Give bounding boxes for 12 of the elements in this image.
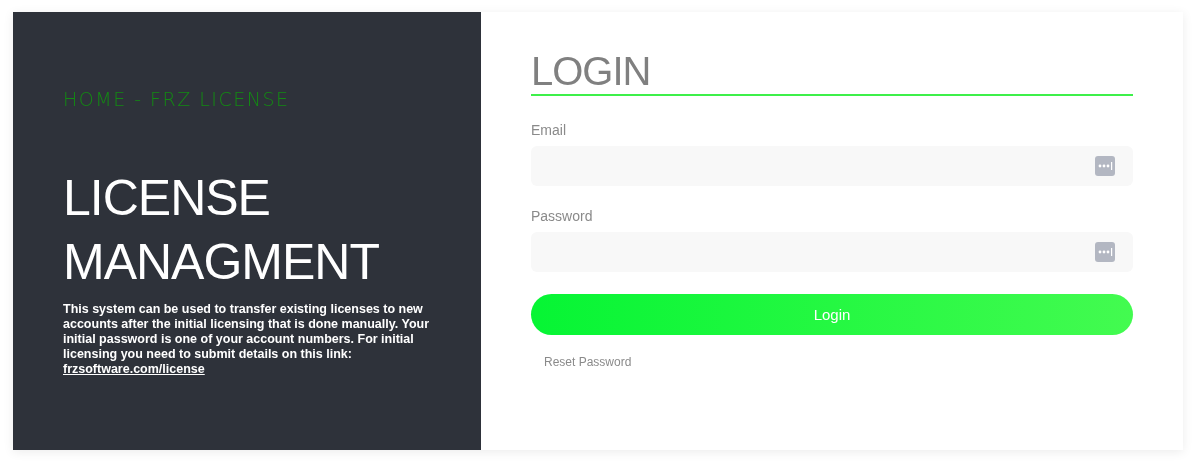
input-field[interactable] [531, 146, 1133, 186]
field-label: Password [531, 208, 594, 224]
breadcrumb: HOME - FRZ LICENSE [63, 88, 291, 110]
reset-password-link[interactable]: Reset Password [544, 355, 632, 369]
license-link[interactable]: frzsoftware.com/license [63, 362, 205, 376]
input-field[interactable] [531, 232, 1133, 272]
ellipsis-icon[interactable] [1095, 242, 1115, 262]
description-paragraph: This system can be used to transfer existing licenses to new accounts after the initial licensing that is done manually. Your initial password is one of your account numbers. For initial licensing you need to submit details on this link: frzsoftware.com/license [63, 302, 431, 377]
login-heading: LOGIN [531, 50, 1133, 96]
ellipsis-icon[interactable] [1095, 156, 1115, 176]
page-title: LICENSE MANAGMENT [63, 169, 379, 292]
field-label: Email [531, 122, 567, 138]
